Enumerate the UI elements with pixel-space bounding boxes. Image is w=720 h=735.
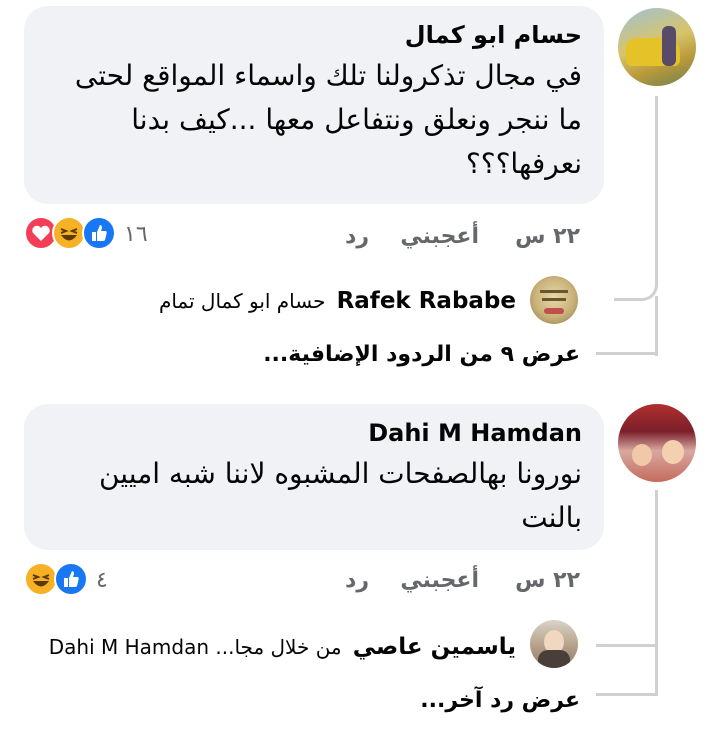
- comment-author[interactable]: حسام ابو كمال: [46, 20, 582, 50]
- like-icon: [82, 216, 116, 250]
- view-more-replies[interactable]: عرض رد آخر...: [420, 688, 580, 713]
- reactions-summary[interactable]: ١٦: [24, 216, 154, 252]
- thread-line: [596, 352, 658, 355]
- thread-line: [592, 320, 658, 356]
- reply-row: Rafek Rababe حسام ابو كمال تمام: [159, 286, 516, 316]
- reply-button[interactable]: رد: [345, 224, 369, 249]
- thread-line: [655, 490, 658, 696]
- reaction-count: ٤: [96, 568, 108, 593]
- reply-button[interactable]: رد: [345, 568, 369, 593]
- comment-bubble: حسام ابو كمال في مجال تذكرولنا تلك واسما…: [24, 6, 604, 204]
- reply-text: حسام ابو كمال تمام: [158, 289, 326, 313]
- comment-text: في مجال تذكرولنا تلك واسماء المواقع لحتى…: [74, 59, 582, 180]
- reply-author[interactable]: Rafek Rababe: [337, 288, 516, 314]
- reply-author[interactable]: ياسمين عاصي: [353, 634, 516, 660]
- like-icon: [54, 562, 88, 596]
- reply-row: ياسمين عاصي من خلال مجا... Dahi M Hamdan: [49, 632, 516, 662]
- like-button[interactable]: أعجبني: [400, 224, 479, 249]
- comment-text: نورونا بهالصفحات المشبوه لاننا شبه اميين…: [98, 457, 582, 534]
- haha-icon: [52, 216, 86, 250]
- reply-text: من خلال مجا... Dahi M Hamdan: [48, 635, 342, 659]
- reaction-count: ١٦: [124, 222, 148, 247]
- commenter-avatar[interactable]: [618, 404, 696, 482]
- view-more-replies[interactable]: عرض ٩ من الردود الإضافية...: [263, 342, 580, 367]
- thread-line: [596, 644, 658, 647]
- thread-line: [596, 693, 658, 696]
- reactions-summary[interactable]: ٤: [24, 562, 124, 598]
- comment-bubble: Dahi M Hamdan نورونا بهالصفحات المشبوه ل…: [24, 404, 604, 550]
- commenter-avatar[interactable]: [618, 8, 696, 86]
- thread-line: [655, 296, 658, 356]
- reply-avatar[interactable]: [530, 620, 578, 668]
- comment-author[interactable]: Dahi M Hamdan: [46, 418, 582, 448]
- reply-avatar[interactable]: [530, 276, 578, 324]
- haha-icon: [24, 562, 58, 596]
- comment-time[interactable]: ٢٢ س: [515, 568, 580, 593]
- thread-line: [614, 96, 658, 301]
- comment-time[interactable]: ٢٢ س: [515, 224, 580, 249]
- like-button[interactable]: أعجبني: [400, 568, 479, 593]
